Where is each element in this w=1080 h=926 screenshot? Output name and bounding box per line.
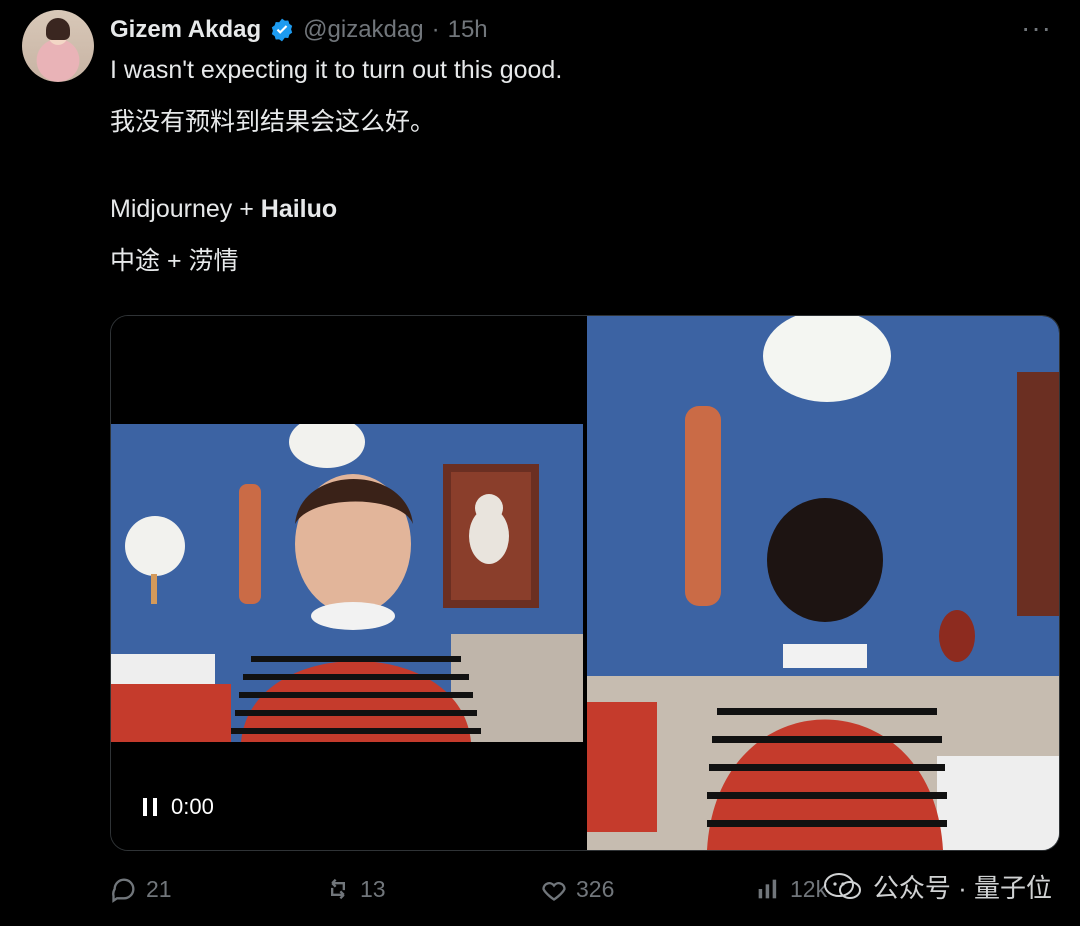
retweet-count: 13 <box>360 875 386 902</box>
views-icon <box>758 879 777 899</box>
tweet-text-line2-bold: Hailuo <box>260 195 338 223</box>
more-options-icon[interactable]: ··· <box>1021 12 1052 44</box>
timestamp[interactable]: 15h <box>448 16 488 44</box>
video-frame[interactable] <box>111 424 583 742</box>
reply-icon <box>112 878 135 903</box>
watermark: 公众号 · 量子位 <box>823 868 1052 905</box>
media-container[interactable]: 0:00 <box>110 315 1060 851</box>
tweet-text-line2-prefix: Midjourney + <box>110 195 261 223</box>
retweet-icon <box>331 878 345 900</box>
wechat-icon <box>823 872 861 899</box>
tweet-text-line1: I wasn't expecting it to turn out this g… <box>110 56 563 84</box>
video-time: 0:00 <box>171 794 214 819</box>
watermark-text: 公众号 · 量子位 <box>872 873 1052 903</box>
image-panel[interactable] <box>587 316 1059 850</box>
display-name[interactable]: Gizem Akdag <box>110 16 261 44</box>
like-action[interactable]: 326 <box>540 875 614 903</box>
tweet-text-line1-zh: 我没有预料到结果会这么好。 <box>110 108 436 136</box>
tweet-header: Gizem Akdag @gizakdag · 15h <box>110 12 488 48</box>
image-thumbnail <box>587 316 1059 850</box>
video-panel[interactable]: 0:00 <box>111 316 583 850</box>
views-action[interactable]: 12k <box>754 875 827 903</box>
reply-count: 21 <box>146 875 172 902</box>
retweet-action[interactable]: 13 <box>324 875 386 903</box>
tweet-text-line2-zh: 中途 + 涝情 <box>110 247 239 275</box>
handle[interactable]: @gizakdag <box>303 16 423 44</box>
view-count: 12k <box>790 875 828 902</box>
avatar[interactable] <box>22 10 94 82</box>
video-controls[interactable]: 0:00 <box>143 794 214 820</box>
video-thumbnail <box>111 424 583 742</box>
reply-action[interactable]: 21 <box>110 875 172 903</box>
heart-icon <box>542 882 566 901</box>
pause-icon[interactable] <box>143 798 157 816</box>
like-count: 326 <box>576 875 615 902</box>
verified-badge-icon <box>271 18 293 42</box>
separator-dot: · <box>431 16 440 43</box>
tweet-text-line2: Midjourney + Hailuo <box>110 193 337 225</box>
